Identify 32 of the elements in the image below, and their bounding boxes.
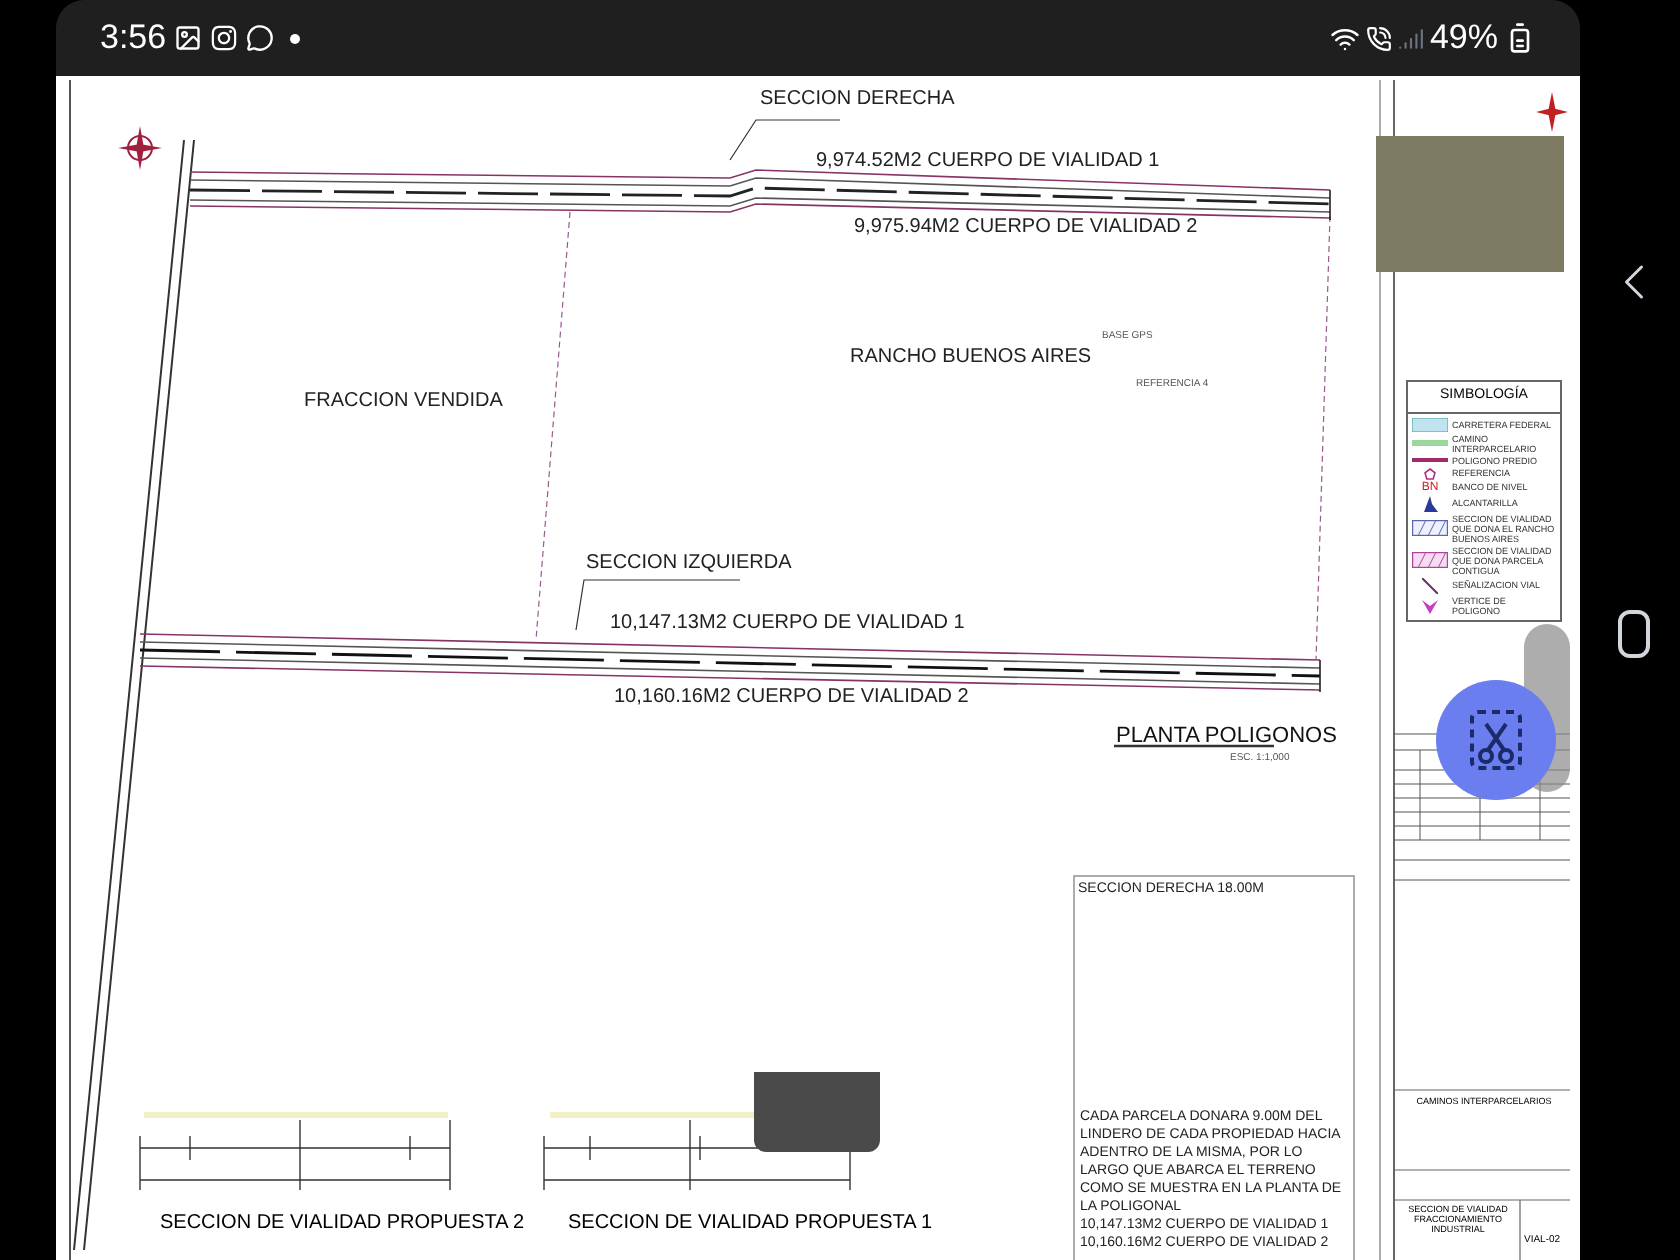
plan-label: RANCHO BUENOS AIRES — [850, 348, 1092, 368]
plan-label: 10,160.16M2 CUERPO DE VIALIDAD 2 — [614, 688, 969, 708]
plan-label: SECCION DERECHA — [760, 90, 955, 110]
boundary-line-icon — [1412, 458, 1448, 462]
battery-percent: 49% — [1429, 16, 1498, 61]
clock-time: 3:56 — [100, 16, 167, 61]
scissors-icon — [1470, 710, 1522, 770]
image-icon — [174, 24, 203, 52]
plan-label: 9,974.52M2 CUERPO DE VIALIDAD 1 — [816, 152, 1160, 172]
road-line-icon — [1412, 440, 1448, 446]
plan-label: 9,975.94M2 CUERPO DE VIALIDAD 2 — [854, 218, 1198, 238]
section-title: SECCION DE VIALIDAD PROPUESTA 1 — [568, 1210, 933, 1238]
section-title: SECCION DE VIALIDAD PROPUESTA 2 — [160, 1210, 525, 1238]
hatch-swatch-icon — [1412, 520, 1448, 536]
plan-label: 10,147.13M2 CUERPO DE VIALIDAD 1 — [610, 614, 965, 634]
plan-label: SECCION IZQUIERDA — [586, 554, 792, 574]
wifi-icon — [1329, 23, 1360, 53]
home-icon[interactable] — [1618, 610, 1650, 658]
north-arrow-icon — [1536, 92, 1568, 132]
overlay-block — [754, 1072, 880, 1152]
compass-icon — [118, 126, 162, 170]
vertex-icon — [1422, 597, 1438, 613]
hatch-swatch-icon — [1412, 552, 1448, 568]
sign-line-icon — [1422, 577, 1438, 593]
call-icon — [1365, 25, 1392, 51]
instagram-icon — [210, 24, 239, 52]
plan-title: PLANTA POLIGONOS — [1116, 722, 1337, 752]
pentagon-icon — [1424, 467, 1436, 479]
road-band-icon — [1412, 417, 1448, 431]
chat-icon — [246, 24, 275, 52]
culvert-icon — [1422, 495, 1438, 511]
plan-label: FRACCION VENDIDA — [304, 392, 503, 412]
